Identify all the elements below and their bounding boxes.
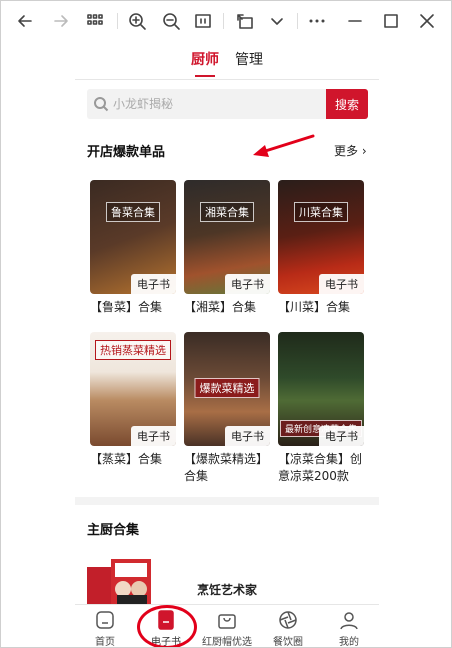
- ebook-badge: 电子书: [131, 426, 176, 446]
- ebook-badge: 电子书: [225, 274, 270, 294]
- product-card[interactable]: 鲁菜合集 电子书 【鲁菜】合集: [90, 180, 176, 316]
- tab-chef[interactable]: 厨师: [191, 49, 219, 69]
- app-window: 厨师 管理 搜索 开店爆款单品 更多 › 鲁菜合集 电子书 【鲁菜】合集: [0, 0, 452, 648]
- ebook-badge: 电子书: [225, 426, 270, 446]
- cover-title: 爆款菜精选: [194, 378, 260, 398]
- cover-title: 鲁菜合集: [106, 202, 160, 222]
- user-icon: [338, 609, 360, 631]
- card-title: 【川菜】合集: [278, 300, 351, 314]
- cover-title: 湘菜合集: [200, 202, 254, 222]
- section-divider: [75, 497, 379, 505]
- nav-profile[interactable]: 我的: [319, 605, 379, 648]
- book-cover: 湘菜合集 电子书: [184, 180, 270, 294]
- tab-bar: 厨师 管理: [75, 41, 379, 80]
- card-title: 【鲁菜】合集: [90, 300, 163, 314]
- nav-ebook[interactable]: 电子书: [136, 605, 196, 648]
- nav-home[interactable]: 首页: [75, 605, 135, 648]
- nav-label: 首页: [95, 637, 115, 648]
- maximize-icon[interactable]: [377, 7, 405, 35]
- nav-label: 电子书: [151, 637, 181, 648]
- more-link[interactable]: 更多 ›: [334, 142, 367, 159]
- zoom-out-icon[interactable]: [157, 7, 185, 35]
- collection-name[interactable]: 烹饪艺术家: [197, 581, 257, 598]
- nav-circle[interactable]: 餐饮圈: [258, 605, 318, 648]
- close-icon[interactable]: [413, 7, 441, 35]
- grid-icon[interactable]: [81, 7, 109, 35]
- minimize-icon[interactable]: [341, 7, 369, 35]
- book-cover: 川菜合集 电子书: [278, 180, 364, 294]
- toolbar-divider: [297, 13, 298, 29]
- ebook-badge: 电子书: [319, 426, 364, 446]
- bottom-nav: 首页 电子书 红厨帽优选 餐饮圈 我的: [75, 604, 379, 648]
- fit-page-icon[interactable]: [189, 7, 217, 35]
- nav-label: 餐饮圈: [273, 637, 303, 648]
- chevron-down-icon[interactable]: [263, 7, 291, 35]
- ebook-icon: [155, 609, 177, 631]
- book-cover: 热销蒸菜精选 电子书: [90, 332, 176, 446]
- arrow-annotation: [253, 134, 315, 157]
- toolbar-divider: [223, 13, 224, 29]
- tab-manage[interactable]: 管理: [235, 49, 263, 69]
- nav-shop[interactable]: 红厨帽优选: [197, 605, 257, 648]
- product-card[interactable]: 川菜合集 电子书 【川菜】合集: [278, 180, 364, 316]
- back-icon[interactable]: [11, 7, 39, 35]
- section-title-chef: 主厨合集: [87, 523, 140, 538]
- home-icon: [94, 609, 116, 631]
- zoom-in-icon[interactable]: [123, 7, 151, 35]
- forward-icon[interactable]: [47, 7, 75, 35]
- card-title: 【蒸菜】合集: [90, 452, 163, 466]
- bag-icon: [216, 609, 238, 631]
- search-bar: 搜索: [87, 89, 368, 119]
- ebook-badge: 电子书: [319, 274, 364, 294]
- product-card[interactable]: 最新创意凉菜合集 电子书 【凉菜合集】创意凉菜200款: [278, 332, 364, 485]
- search-icon: [93, 96, 109, 112]
- chevron-right-icon: ›: [358, 144, 367, 158]
- product-card[interactable]: 爆款菜精选 电子书 【爆款菜精选】合集: [184, 332, 270, 485]
- book-cover: 最新创意凉菜合集 电子书: [278, 332, 364, 446]
- ebook-badge: 电子书: [131, 274, 176, 294]
- search-input[interactable]: [113, 89, 323, 119]
- book-cover: 鲁菜合集 电子书: [90, 180, 176, 294]
- rotate-icon[interactable]: [231, 7, 259, 35]
- section-title-hot: 开店爆款单品: [87, 145, 166, 160]
- collection-thumbnail[interactable]: [87, 553, 167, 605]
- product-card[interactable]: 湘菜合集 电子书 【湘菜】合集: [184, 180, 270, 316]
- toolbar: [1, 1, 451, 41]
- product-card[interactable]: 热销蒸菜精选 电子书 【蒸菜】合集: [90, 332, 176, 468]
- book-cover: 爆款菜精选 电子书: [184, 332, 270, 446]
- more-label: 更多: [334, 144, 359, 158]
- cover-title: 热销蒸菜精选: [95, 340, 171, 360]
- card-title: 【湘菜】合集: [184, 300, 257, 314]
- nav-label: 我的: [339, 637, 359, 648]
- card-title: 【凉菜合集】创意凉菜200款: [278, 452, 363, 483]
- aperture-icon: [277, 609, 299, 631]
- toolbar-divider: [117, 13, 118, 29]
- search-button[interactable]: 搜索: [326, 89, 368, 119]
- card-title: 【爆款菜精选】合集: [184, 452, 269, 483]
- nav-label: 红厨帽优选: [202, 637, 252, 648]
- more-icon[interactable]: [303, 7, 331, 35]
- main-content: 厨师 管理 搜索 开店爆款单品 更多 › 鲁菜合集 电子书 【鲁菜】合集: [75, 41, 379, 647]
- cover-title: 川菜合集: [294, 202, 348, 222]
